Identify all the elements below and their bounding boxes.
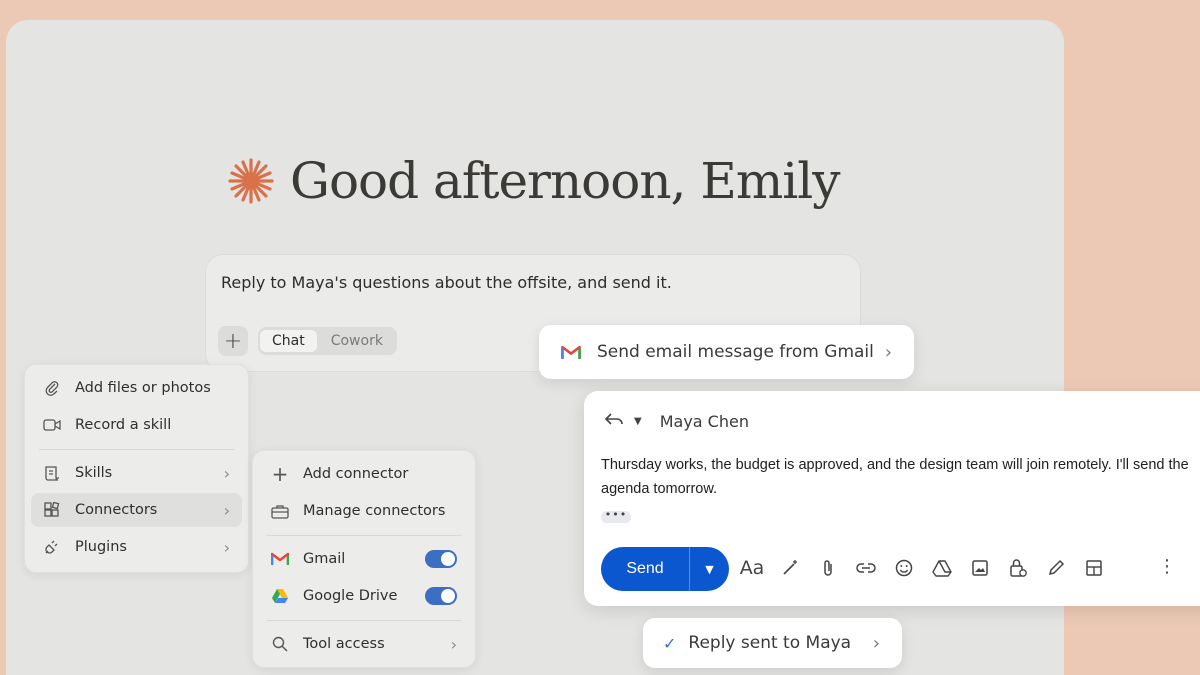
confidential-lock-icon[interactable] xyxy=(1006,554,1030,582)
chevron-right-icon: › xyxy=(872,632,880,654)
menu-item-label: Record a skill xyxy=(75,417,172,433)
reply-status-label: Reply sent to Maya xyxy=(688,633,852,653)
menu-item-tool-access[interactable]: Tool access › xyxy=(259,627,469,661)
emoji-icon[interactable] xyxy=(892,554,916,582)
email-compose-card: ▼ Maya Chen Thursday works, the budget i… xyxy=(584,391,1200,606)
menu-item-plugins[interactable]: Plugins › xyxy=(31,530,242,564)
gmail-icon xyxy=(269,549,291,569)
briefcase-icon xyxy=(269,501,291,521)
formatting-icon[interactable]: Aa xyxy=(740,554,765,582)
photo-icon[interactable] xyxy=(968,554,992,582)
search-icon xyxy=(269,634,291,654)
attach-icon[interactable] xyxy=(816,554,840,582)
link-icon[interactable] xyxy=(854,554,878,582)
menu-item-record-skill[interactable]: Record a skill xyxy=(31,408,242,442)
mode-cowork[interactable]: Cowork xyxy=(319,330,395,352)
plug-icon xyxy=(41,537,63,557)
add-menu: Add files or photos Record a skill Skill… xyxy=(24,364,249,573)
menu-item-gmail[interactable]: Gmail xyxy=(259,542,469,576)
reply-status-pill[interactable]: ✓ Reply sent to Maya › xyxy=(643,618,902,668)
google-drive-icon xyxy=(269,586,291,606)
send-button[interactable]: Send xyxy=(601,547,689,591)
gmail-toggle[interactable] xyxy=(425,550,457,568)
chevron-right-icon: › xyxy=(450,634,457,654)
grid-icon xyxy=(41,500,63,520)
more-content-icon[interactable]: ••• xyxy=(601,509,631,523)
magic-write-icon[interactable] xyxy=(778,554,802,582)
gmail-action-pill[interactable]: Send email message from Gmail › xyxy=(539,325,914,379)
gmail-action-label: Send email message from Gmail xyxy=(597,342,874,362)
menu-item-label: Connectors xyxy=(75,502,158,518)
menu-divider xyxy=(39,449,234,450)
menu-item-google-drive[interactable]: Google Drive xyxy=(259,579,469,613)
menu-item-label: Add connector xyxy=(303,466,409,482)
reply-icon[interactable] xyxy=(604,411,624,431)
chevron-right-icon: › xyxy=(223,500,230,520)
send-options-dropdown-icon[interactable]: ▼ xyxy=(689,547,729,591)
menu-item-label: Gmail xyxy=(303,551,346,567)
greeting: Good afternoon, Emily xyxy=(226,152,840,210)
menu-item-add-connector[interactable]: + Add connector xyxy=(259,457,469,491)
connectors-menu: + Add connector Manage connectors Gmail … xyxy=(252,450,476,668)
plus-icon: + xyxy=(271,462,289,486)
chevron-right-icon: › xyxy=(223,463,230,483)
menu-item-skills[interactable]: Skills › xyxy=(31,456,242,490)
menu-item-label: Plugins xyxy=(75,539,127,555)
caret-down-icon[interactable]: ▼ xyxy=(634,416,642,427)
chevron-right-icon: › xyxy=(884,341,892,363)
menu-item-label: Skills xyxy=(75,465,113,481)
send-group: Send ▼ xyxy=(601,547,729,591)
compose-toolbar: Aa xyxy=(740,554,1106,582)
chevron-right-icon: › xyxy=(223,537,230,557)
menu-item-label: Google Drive xyxy=(303,588,398,604)
recipient-name: Maya Chen xyxy=(659,411,749,431)
menu-item-label: Manage connectors xyxy=(303,503,446,519)
menu-item-label: Tool access xyxy=(303,636,385,652)
mode-toggle[interactable]: Chat Cowork xyxy=(258,327,397,355)
prompt-input[interactable]: Reply to Maya's questions about the offs… xyxy=(221,273,672,292)
checkmark-icon: ✓ xyxy=(663,633,677,653)
menu-item-add-files[interactable]: Add files or photos xyxy=(31,371,242,405)
signature-pen-icon[interactable] xyxy=(1044,554,1068,582)
layout-icon[interactable] xyxy=(1082,554,1106,582)
email-header: ▼ Maya Chen xyxy=(604,411,749,431)
add-button[interactable]: + xyxy=(218,326,248,356)
gmail-icon xyxy=(561,345,581,360)
menu-item-connectors[interactable]: Connectors › xyxy=(31,493,242,527)
drive-icon[interactable] xyxy=(930,554,954,582)
menu-divider xyxy=(267,535,461,536)
mode-chat[interactable]: Chat xyxy=(260,330,317,352)
scroll-icon xyxy=(41,463,63,483)
menu-item-label: Add files or photos xyxy=(75,380,211,396)
menu-item-manage-connectors[interactable]: Manage connectors xyxy=(259,494,469,528)
more-options-icon[interactable]: ⋮ xyxy=(1158,556,1176,577)
menu-divider xyxy=(267,620,461,621)
video-icon xyxy=(41,415,63,435)
paperclip-icon xyxy=(41,378,63,398)
google-drive-toggle[interactable] xyxy=(425,587,457,605)
spark-logo-icon xyxy=(228,158,274,204)
email-body[interactable]: Thursday works, the budget is approved, … xyxy=(601,453,1200,501)
greeting-text: Good afternoon, Emily xyxy=(290,152,840,210)
